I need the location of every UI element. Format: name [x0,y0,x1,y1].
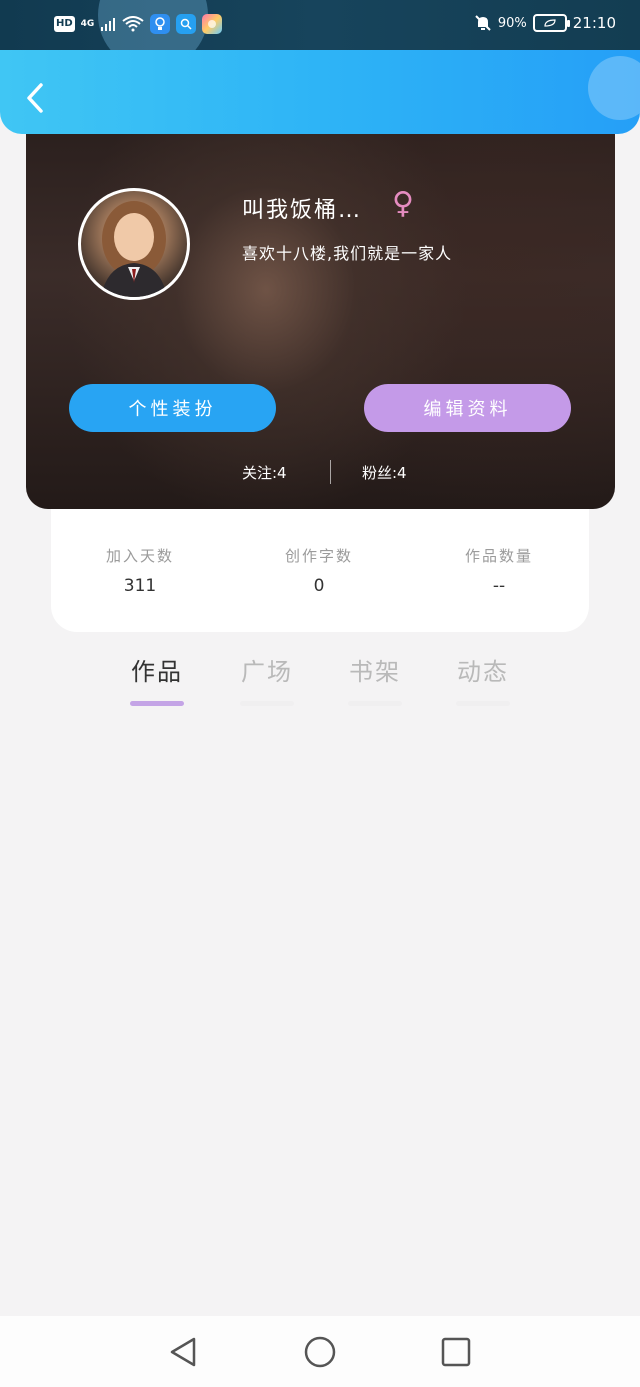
network-label: 4G [80,19,95,29]
search-app-icon [176,14,197,34]
signal-icon [101,18,116,31]
user-name: 叫我饭桶… [242,198,363,223]
mute-bell-icon [475,15,491,31]
tab-underline [130,701,184,706]
stats-card: 加入天数 311 创作字数 0 作品数量 -- [51,505,589,632]
tab-label: 书架 [349,658,401,686]
hd-badge: HD [54,16,75,32]
followers-count[interactable]: 粉丝:4 [362,462,407,483]
profile-card: 叫我饭桶… ♀ 喜欢十八楼,我们就是一家人 个性装扮 编辑资料 关注:4 粉丝:… [26,120,615,509]
tab-underline [456,701,510,706]
battery-percent: 90% [497,15,527,31]
edit-profile-button[interactable]: 编辑资料 [364,384,571,432]
stat-word-count: 创作字数 0 [239,545,399,596]
wifi-icon [122,16,144,32]
decorative-bubble [588,56,640,120]
clock: 21:10 [572,14,616,32]
tab-underline [240,701,294,706]
stat-label: 加入天数 [105,547,174,565]
tab-bar: 作品 广场 书架 动态 [0,652,640,712]
female-gender-icon: ♀ [392,186,414,221]
user-bio: 喜欢十八楼,我们就是一家人 [242,244,453,263]
stat-join-days: 加入天数 311 [60,545,220,596]
tab-label: 广场 [241,658,293,686]
nav-back-button[interactable] [166,1334,202,1370]
square-recents-icon [441,1337,471,1367]
status-bar: HD 4G 90% 21:10 [0,0,640,54]
stat-value: -- [492,576,506,596]
avatar-portrait-icon [101,201,167,297]
tab-underline [348,701,402,706]
status-left: HD 4G [54,14,223,34]
stat-value: 0 [313,576,325,596]
tab-works[interactable]: 作品 [117,652,197,706]
header-bar [0,50,640,134]
tab-activity[interactable]: 动态 [443,652,523,706]
stat-label: 作品数量 [464,547,533,565]
system-nav-bar [0,1316,640,1387]
status-right: 90% 21:10 [474,14,616,32]
battery-icon [532,14,570,32]
personal-dress-button[interactable]: 个性装扮 [69,384,276,432]
tab-square[interactable]: 广场 [227,652,307,706]
avatar[interactable] [78,188,190,300]
lightbulb-app-icon [150,14,171,34]
triangle-back-icon [170,1337,196,1367]
stat-works-count: 作品数量 -- [419,545,579,596]
chevron-left-icon [27,83,43,113]
follow-divider [330,460,331,484]
gallery-app-icon [202,14,223,34]
circle-home-icon [304,1336,336,1368]
tab-bookshelf[interactable]: 书架 [335,652,415,706]
back-button[interactable] [20,80,50,116]
stat-label: 创作字数 [284,547,353,565]
following-count[interactable]: 关注:4 [242,462,287,483]
stat-value: 311 [123,576,157,596]
nav-recents-button[interactable] [438,1334,474,1370]
tab-label: 动态 [457,658,509,686]
follow-row: 关注:4 粉丝:4 [26,460,615,484]
tab-label: 作品 [131,658,183,686]
nav-home-button[interactable] [302,1334,338,1370]
